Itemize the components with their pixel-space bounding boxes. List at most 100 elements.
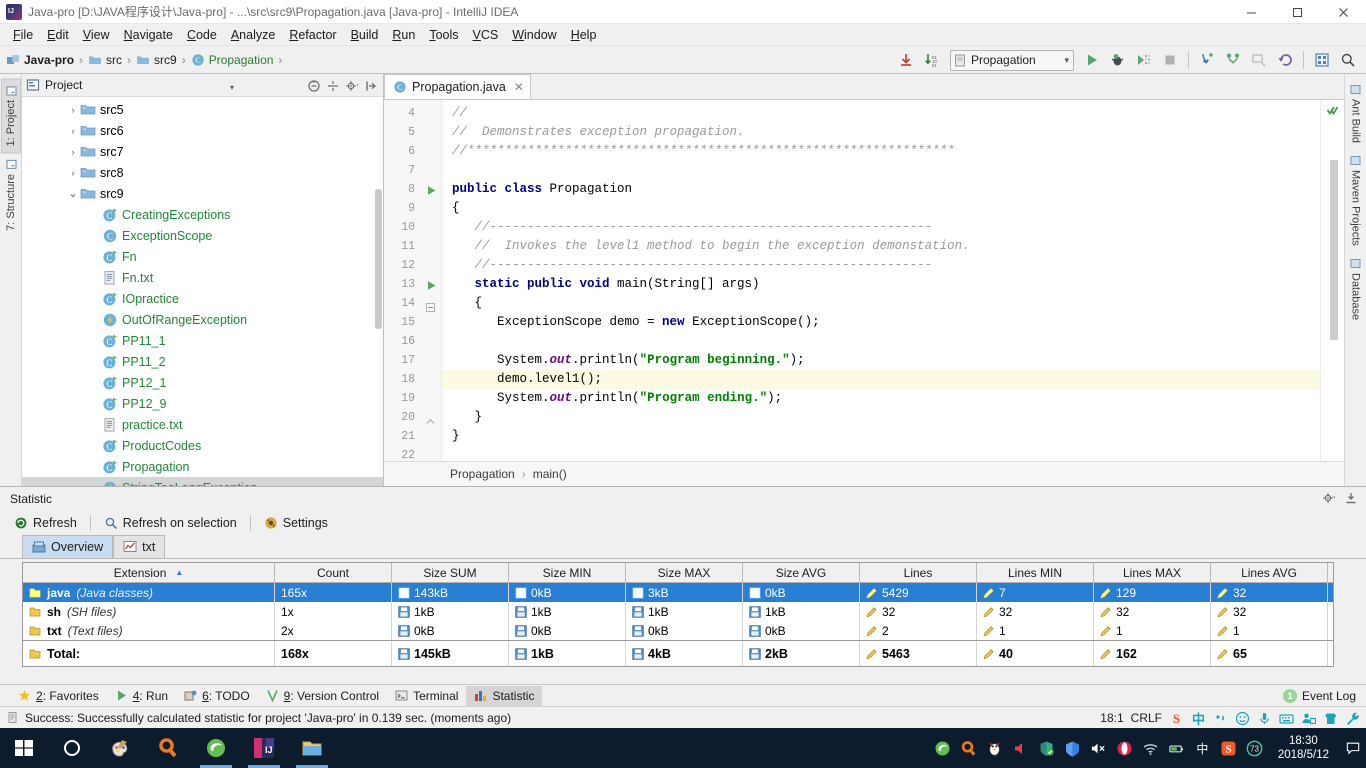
qq-penguin-icon[interactable]	[986, 740, 1003, 757]
vcs-update-icon[interactable]	[1195, 48, 1219, 72]
tree-node-src5[interactable]: › src5	[22, 99, 383, 120]
run-gutter-icon[interactable]	[426, 184, 437, 195]
tree-node-practice-txt[interactable]: practice.txt	[22, 414, 383, 435]
update-project-icon[interactable]	[894, 48, 918, 72]
chevron-down-icon[interactable]: ▾	[230, 83, 234, 92]
code-line-9[interactable]: {	[442, 199, 1320, 218]
menu-refactor[interactable]: Refactor	[282, 26, 343, 44]
menu-view[interactable]: View	[76, 26, 117, 44]
close-icon[interactable]: ✕	[514, 80, 524, 94]
table-row[interactable]: java (Java classes) 165x 143kB 0kB 3kB 0kB 5429…	[23, 583, 1333, 602]
tree-node-src9[interactable]: ⌄ src9	[22, 183, 383, 204]
tree-node-fn-txt[interactable]: Fn.txt	[22, 267, 383, 288]
maximize-button[interactable]	[1274, 0, 1320, 24]
caret-position[interactable]: 18:1	[1100, 711, 1123, 725]
code-line-12[interactable]: //--------------------------------------…	[442, 256, 1320, 275]
volume-red-icon[interactable]	[1012, 740, 1029, 757]
code-line-11[interactable]: // Invokes the level1 method to begin th…	[442, 237, 1320, 256]
start-button-icon[interactable]	[0, 728, 48, 768]
hide-icon[interactable]	[363, 78, 379, 94]
project-tree-scrollbar[interactable]	[375, 189, 382, 329]
battery-icon[interactable]	[1168, 740, 1185, 757]
project-tree[interactable]: › src5 › src6 › src7 › src8 ⌄ src9 C CreatingExcept…	[22, 97, 383, 486]
column-header-lines-avg[interactable]: Lines AVG	[1211, 563, 1328, 582]
code-line-18[interactable]: demo.level1();	[442, 370, 1320, 389]
tool-window-tab-ant-build[interactable]: Ant Build	[1347, 78, 1365, 149]
tree-node-pp12-1[interactable]: C PP12_1	[22, 372, 383, 393]
wrench-icon[interactable]	[1345, 711, 1360, 726]
menu-window[interactable]: Window	[505, 26, 563, 44]
run-gutter-icon[interactable]	[426, 279, 437, 290]
browser-icon[interactable]	[192, 728, 240, 768]
punctuation-icon[interactable]	[1213, 711, 1228, 726]
table-row[interactable]: txt (Text files) 2x 0kB 0kB 0kB 0kB 2 1 1 1	[23, 621, 1333, 640]
tool-window-tab-maven-projects[interactable]: Maven Projects	[1347, 149, 1365, 252]
breadcrumb-item-src9[interactable]: src9	[136, 53, 177, 67]
fold-collapse-icon[interactable]	[426, 300, 435, 312]
bottom-tab-terminal[interactable]: Terminal	[387, 686, 466, 706]
code-line-8[interactable]: public class Propagation	[442, 180, 1320, 199]
security-shield-icon[interactable]	[1038, 740, 1055, 757]
tree-node-creatingexceptions[interactable]: C CreatingExceptions	[22, 204, 383, 225]
event-log-button[interactable]: 1 Event Log	[1282, 685, 1356, 707]
hide-panel-icon[interactable]	[1344, 491, 1358, 508]
skin-icon[interactable]	[1323, 711, 1338, 726]
tool-window-tab-project[interactable]: 1: Project	[0, 78, 21, 154]
editor-scrollbar[interactable]	[1330, 160, 1338, 340]
sogou-icon[interactable]: S	[1220, 740, 1237, 757]
tree-node-pp11-1[interactable]: C PP11_1	[22, 330, 383, 351]
column-header-size-avg[interactable]: Size AVG	[743, 563, 860, 582]
database-icon[interactable]	[1310, 48, 1334, 72]
menu-navigate[interactable]: Navigate	[117, 26, 180, 44]
run-with-coverage-button[interactable]	[1132, 48, 1156, 72]
code-area[interactable]: // // Demonstrates exception propagation.…	[442, 100, 1320, 461]
menu-tools[interactable]: Tools	[422, 26, 465, 44]
bottom-tab-6-todo[interactable]: 6: TODO	[176, 686, 258, 706]
column-header-lines-max[interactable]: Lines MAX	[1094, 563, 1211, 582]
settings-button[interactable]: Settings	[258, 514, 334, 532]
code-line-13[interactable]: static public void main(String[] args)	[442, 275, 1320, 294]
statistic-tab-txt[interactable]: txt	[113, 535, 166, 558]
refresh-button[interactable]: Refresh	[8, 514, 83, 532]
breadcrumb-method[interactable]: main()	[533, 467, 567, 481]
code-line-19[interactable]: System.out.println("Program ending.");	[442, 389, 1320, 408]
vcs-rollback-icon[interactable]	[1273, 48, 1297, 72]
column-header-size-max[interactable]: Size MAX	[626, 563, 743, 582]
menu-code[interactable]: Code	[180, 26, 224, 44]
code-line-5[interactable]: // Demonstrates exception propagation.	[442, 123, 1320, 142]
statistic-tab-overview[interactable]: Overview	[22, 535, 114, 558]
tree-node-src6[interactable]: › src6	[22, 120, 383, 141]
menu-edit[interactable]: Edit	[40, 26, 76, 44]
column-header-count[interactable]: Count	[275, 563, 392, 582]
notification-icon[interactable]	[1346, 728, 1360, 768]
everything-search-icon[interactable]	[144, 728, 192, 768]
minimize-button[interactable]	[1228, 0, 1274, 24]
code-line-17[interactable]: System.out.println("Program beginning.")…	[442, 351, 1320, 370]
bottom-tab-statistic[interactable]: Statistic	[466, 685, 543, 706]
breadcrumb-item-propagation[interactable]: C Propagation	[191, 53, 273, 67]
tree-node-fn[interactable]: C Fn	[22, 246, 383, 267]
code-line-21[interactable]: }	[442, 427, 1320, 446]
tree-node-exceptionscope[interactable]: C ExceptionScope	[22, 225, 383, 246]
settings-gear-icon[interactable]	[344, 78, 360, 94]
menu-run[interactable]: Run	[385, 26, 422, 44]
close-button[interactable]	[1320, 0, 1366, 24]
debug-button[interactable]	[1106, 48, 1130, 72]
tree-node-src7[interactable]: › src7	[22, 141, 383, 162]
tree-node-propagation[interactable]: C Propagation	[22, 456, 383, 477]
file-explorer-icon[interactable]	[288, 728, 336, 768]
menu-vcs[interactable]: VCS	[466, 26, 506, 44]
column-header-size-sum[interactable]: Size SUM	[392, 563, 509, 582]
table-row[interactable]: sh (SH files) 1x 1kB 1kB 1kB 1kB 32 32 32 32	[23, 602, 1333, 621]
breadcrumb-class[interactable]: Propagation	[450, 467, 515, 481]
tree-node-iopractice[interactable]: C IOpractice	[22, 288, 383, 309]
column-header-lines[interactable]: Lines	[860, 563, 977, 582]
run-configuration-selector[interactable]: Propagation ▾	[950, 49, 1074, 71]
tree-node-productcodes[interactable]: C ProductCodes	[22, 435, 383, 456]
bottom-tab-2-favorites[interactable]: 2: Favorites	[10, 686, 107, 706]
sogou-s-icon[interactable]: S	[1169, 711, 1184, 726]
cpu-73-icon[interactable]: 73	[1246, 740, 1263, 757]
opera-icon[interactable]	[1116, 740, 1133, 757]
tree-node-src8[interactable]: › src8	[22, 162, 383, 183]
menu-file[interactable]: File	[6, 26, 40, 44]
